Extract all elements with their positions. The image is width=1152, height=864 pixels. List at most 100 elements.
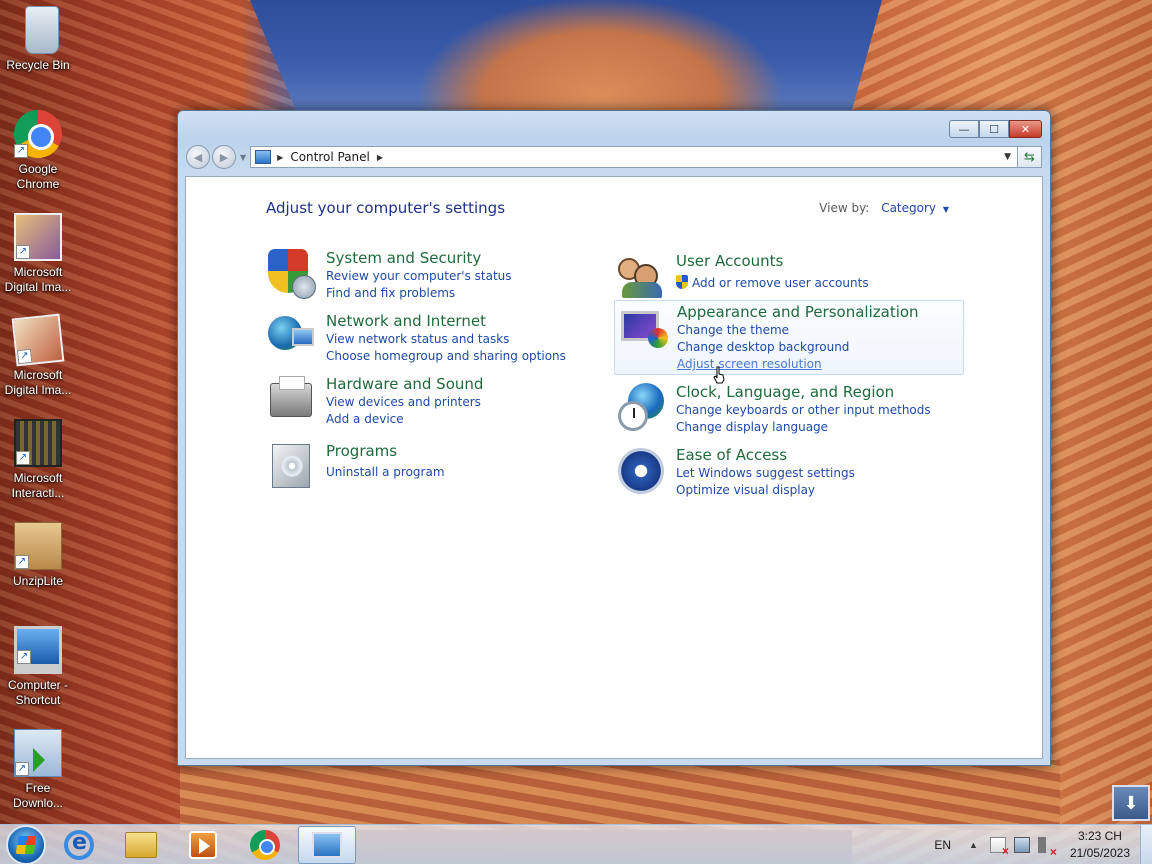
refresh-icon: ⇆ (1024, 149, 1035, 165)
wallpaper-rock-bottom (180, 760, 1060, 830)
shortcut-arrow-icon: ↗ (16, 245, 30, 259)
printer-icon[interactable] (266, 375, 316, 425)
show-hidden-icons-arrow-icon[interactable]: ▲ (969, 840, 978, 850)
start-button[interactable] (6, 824, 46, 864)
programs-disc-icon[interactable] (266, 442, 316, 492)
category-title[interactable]: System and Security (326, 249, 512, 267)
address-dropdown-icon[interactable]: ▼ (1004, 152, 1011, 162)
view-by-dropdown[interactable]: Category (881, 201, 936, 215)
minimize-button[interactable]: — (949, 120, 979, 138)
category-title[interactable]: User Accounts (676, 252, 869, 270)
category-title[interactable]: Programs (326, 442, 445, 460)
breadcrumb-control-panel[interactable]: Control Panel (290, 150, 370, 164)
taskbar-file-explorer[interactable] (112, 826, 170, 864)
category-ease-of-access: Ease of Access Let Windows suggest setti… (616, 446, 956, 499)
chrome-icon: ↗ (14, 110, 62, 158)
monitor-palette-icon[interactable] (617, 303, 668, 353)
category-link[interactable]: Find and fix problems (326, 285, 512, 302)
desktop-icon-recycle-bin[interactable]: Recycle Bin (0, 6, 76, 73)
desktop-icon-unziplite[interactable]: ↗ UnzipLite (0, 522, 76, 589)
category-link[interactable]: Add a device (326, 411, 483, 428)
desktop-icon-computer-shortcut[interactable]: ↗ Computer - Shortcut (0, 626, 76, 708)
category-title[interactable]: Appearance and Personalization (677, 303, 919, 321)
media-player-icon (189, 830, 217, 859)
digital-image-icon: ↗ (14, 213, 62, 261)
category-link[interactable]: Uninstall a program (326, 464, 445, 481)
shortcut-arrow-icon: ↗ (16, 451, 30, 465)
page-title: Adjust your computer's settings (266, 199, 506, 217)
language-indicator[interactable]: EN (934, 838, 951, 852)
back-button[interactable]: ◀ (186, 145, 210, 169)
download-indicator-button[interactable]: ⬇ (1112, 785, 1150, 821)
desktop-icon-label: Microsoft Digital Ima... (4, 368, 72, 397)
close-button[interactable]: ✕ (1009, 120, 1042, 138)
desktop-icon-interactive-media[interactable]: ↗ Microsoft Interacti... (0, 419, 76, 501)
unziplite-icon: ↗ (14, 522, 62, 570)
desktop-icon-digital-image[interactable]: ↗ Microsoft Digital Ima... (0, 213, 76, 295)
ease-of-access-icon[interactable] (616, 446, 666, 496)
taskbar-chrome[interactable] (236, 826, 294, 864)
category-link[interactable]: Choose homegroup and sharing options (326, 348, 566, 365)
system-tray: EN ▲ 3:23 CH 21/05/2023 (934, 825, 1152, 864)
shortcut-arrow-icon: ↗ (16, 348, 33, 365)
clock-globe-icon[interactable] (616, 383, 666, 433)
category-link[interactable]: Review your computer's status (326, 268, 512, 285)
category-title[interactable]: Network and Internet (326, 312, 566, 330)
clock[interactable]: 3:23 CH 21/05/2023 (1070, 828, 1130, 862)
view-by: View by: Category ▼ (819, 201, 949, 215)
category-link[interactable]: Change desktop background (677, 339, 919, 356)
desktop-icon-google-chrome[interactable]: ↗ Google Chrome (0, 110, 76, 192)
desktop-icon-label: Recycle Bin (6, 58, 70, 72)
shortcut-arrow-icon: ↗ (14, 144, 28, 158)
desktop-icon-free-download[interactable]: ↗ Free Downlo... (0, 729, 76, 811)
show-desktop-button[interactable] (1140, 825, 1152, 864)
control-panel-icon (312, 831, 342, 858)
control-panel-content: Adjust your computer's settings View by:… (185, 176, 1043, 759)
uac-shield-icon (676, 275, 688, 289)
shortcut-arrow-icon: ↗ (15, 762, 29, 776)
desktop-icon-digital-image-editor[interactable]: ↗ Microsoft Digital Ima... (0, 313, 76, 398)
category-link[interactable]: Change keyboards or other input methods (676, 402, 931, 419)
chrome-icon (250, 829, 280, 860)
taskbar-media-player[interactable] (174, 826, 232, 864)
volume-muted-icon[interactable] (1037, 837, 1057, 859)
category-link[interactable]: Change display language (676, 419, 931, 436)
category-link[interactable]: Add or remove user accounts (676, 275, 869, 292)
address-bar[interactable]: ▶ Control Panel ▶ ▼ (250, 146, 1018, 168)
desktop-icon-label: Computer - Shortcut (7, 678, 69, 707)
refresh-button[interactable]: ⇆ (1018, 146, 1042, 168)
category-title[interactable]: Hardware and Sound (326, 375, 483, 393)
category-link[interactable]: Let Windows suggest settings (676, 465, 855, 482)
hand-cursor-icon (713, 366, 725, 384)
breadcrumb-arrow-icon[interactable]: ▶ (277, 153, 283, 162)
network-icon[interactable] (1013, 837, 1030, 853)
category-title[interactable]: Clock, Language, and Region (676, 383, 931, 401)
desktop-icon-label: Free Downlo... (12, 781, 64, 810)
digital-image-editor-icon: ↗ (11, 313, 65, 367)
category-link[interactable]: Change the theme (677, 322, 919, 339)
category-programs: Programs Uninstall a program (266, 442, 606, 492)
desktop-icon-label: UnzipLite (12, 574, 64, 588)
taskbar-internet-explorer[interactable] (50, 826, 108, 864)
category-link[interactable]: View network status and tasks (326, 331, 566, 348)
forward-button[interactable]: ▶ (212, 145, 236, 169)
desktop-icon-label: Microsoft Interacti... (11, 471, 65, 500)
category-title[interactable]: Ease of Access (676, 446, 855, 464)
recent-pages-dropdown[interactable]: ▼ (240, 153, 246, 162)
chevron-down-icon[interactable]: ▼ (943, 205, 949, 214)
action-center-flag-icon[interactable] (989, 837, 1009, 858)
shield-icon[interactable] (266, 249, 316, 299)
users-icon[interactable] (616, 252, 666, 302)
control-panel-window[interactable]: — ☐ ✕ ◀ ▶ ▼ ▶ Control Panel ▶ ▼ ⇆ Adjust… (177, 110, 1051, 766)
desktop-icon-label: Microsoft Digital Ima... (4, 265, 72, 294)
interactive-media-icon: ↗ (14, 419, 62, 467)
clock-time: 3:23 CH (1077, 829, 1122, 843)
taskbar-control-panel[interactable] (298, 825, 356, 864)
category-link[interactable]: Optimize visual display (676, 482, 855, 499)
recycle-bin-icon (24, 6, 59, 54)
network-globe-icon[interactable] (266, 312, 316, 362)
free-download-manager-icon: ↗ (14, 729, 62, 777)
maximize-button[interactable]: ☐ (979, 120, 1009, 138)
category-link[interactable]: View devices and printers (326, 394, 483, 411)
breadcrumb-arrow-icon[interactable]: ▶ (377, 153, 383, 162)
